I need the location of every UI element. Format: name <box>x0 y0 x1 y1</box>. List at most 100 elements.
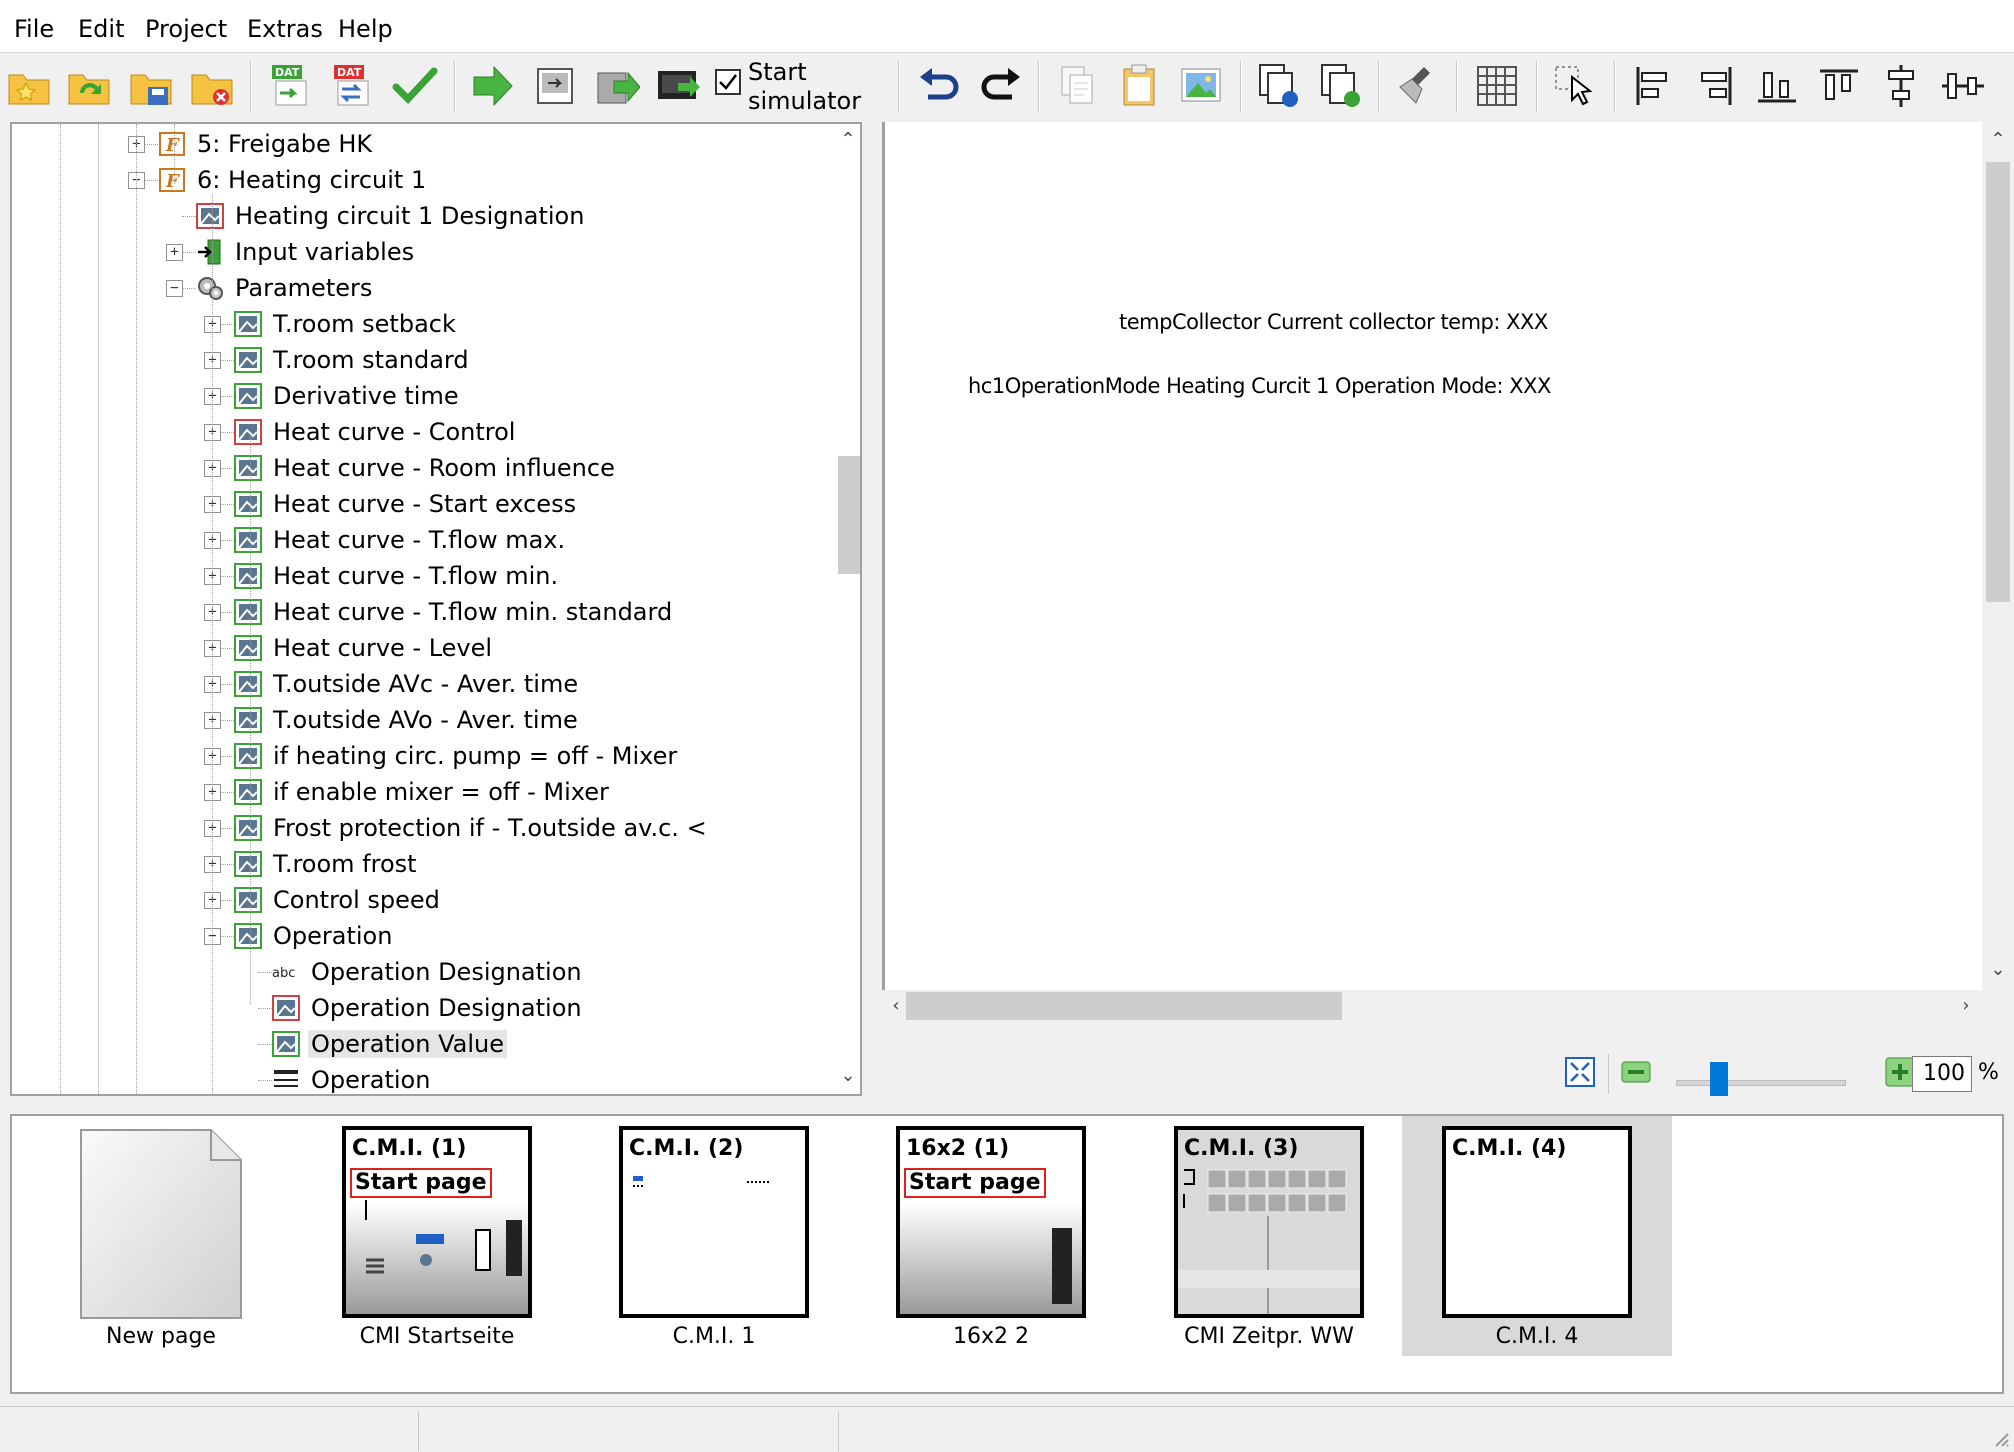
zoom-slider-thumb[interactable] <box>1710 1062 1728 1096</box>
tree-item[interactable]: Heat curve - T.flow min. <box>234 558 561 594</box>
align-center-vertical-icon[interactable] <box>1878 63 1924 109</box>
tree-item[interactable]: Heat curve - Room influence <box>234 450 618 486</box>
tree-item[interactable]: Heat curve - T.flow max. <box>234 522 568 558</box>
menu-project[interactable]: Project <box>141 0 231 52</box>
tree-vertical-scrollbar[interactable]: ⌃ ⌄ <box>834 124 860 1094</box>
tree-item[interactable]: abc Operation Designation <box>272 954 585 990</box>
tree-item[interactable]: Heating circuit 1 Designation <box>196 198 587 234</box>
paste-icon[interactable] <box>1116 63 1162 109</box>
page-tile[interactable]: C.M.I. (1) Start page CMI Startseite <box>302 1116 572 1356</box>
page-tile[interactable]: C.M.I. (2) C.M.I. 1 <box>579 1116 849 1356</box>
tree-item[interactable]: T.outside AVc - Aver. time <box>234 666 581 702</box>
value-icon <box>234 383 262 409</box>
close-project-icon[interactable] <box>189 63 235 109</box>
tree-item[interactable]: Heat curve - Start excess <box>234 486 579 522</box>
start-simulator-checkbox[interactable] <box>715 69 741 95</box>
insert-image-icon[interactable] <box>1178 63 1224 109</box>
page-tile[interactable]: New page <box>26 1116 296 1356</box>
grid-icon[interactable] <box>1474 63 1520 109</box>
paste-page-icon[interactable] <box>1318 63 1364 109</box>
menu-edit[interactable]: Edit <box>74 0 128 52</box>
scroll-up-icon[interactable]: ⌃ <box>834 126 860 154</box>
tree-item[interactable]: Operation <box>272 1062 433 1094</box>
dat-export-icon[interactable]: DAT <box>268 63 314 109</box>
tree-item[interactable]: if enable mixer = off - Mixer <box>234 774 612 810</box>
canvas-vscroll-thumb[interactable] <box>1986 162 2010 602</box>
canvas-text-collector-temp[interactable]: tempCollector Current collector temp: XX… <box>1119 310 1548 334</box>
save-project-icon[interactable] <box>128 63 174 109</box>
align-center-horizontal-icon[interactable] <box>1940 63 1986 109</box>
tree-item[interactable]: Operation <box>234 918 395 954</box>
align-bottom-icon[interactable] <box>1754 63 1800 109</box>
tree-item[interactable]: T.outside AVo - Aver. time <box>234 702 581 738</box>
tree-item[interactable]: Heat curve - Level <box>234 630 495 666</box>
project-tree[interactable]: + F 5: Freigabe HK − F 6: Heating circuit 1 He… <box>10 122 862 1096</box>
status-bar <box>0 1406 2014 1452</box>
tree-item[interactable]: F 6: Heating circuit 1 <box>158 162 429 198</box>
resize-grip-icon[interactable] <box>1992 1430 2010 1448</box>
menu-extras[interactable]: Extras <box>243 0 327 52</box>
tree-connector <box>220 792 234 793</box>
canvas-scroll-right-icon[interactable]: › <box>1952 992 1980 1020</box>
tree-item[interactable]: Derivative time <box>234 378 462 414</box>
align-top-icon[interactable] <box>1816 63 1862 109</box>
start-page-badge: Start page <box>904 1168 1046 1198</box>
align-left-icon[interactable] <box>1630 63 1676 109</box>
page-tile[interactable]: C.M.I. (3) CMI Zeitpr. WW <box>1134 1116 1404 1356</box>
page-tile-label: CMI Startseite <box>359 1324 515 1349</box>
tree-item[interactable]: Frost protection if - T.outside av.c. < <box>234 810 710 846</box>
tree-item[interactable]: Control speed <box>234 882 443 918</box>
tree-item[interactable]: T.room frost <box>234 846 420 882</box>
zoom-slider-track[interactable] <box>1676 1080 1846 1086</box>
tree-item[interactable]: Operation Value <box>272 1026 507 1062</box>
start-simulator-label[interactable]: Start simulator <box>748 58 861 116</box>
select-pointer-icon[interactable] <box>1552 63 1598 109</box>
tree-item[interactable]: T.room standard <box>234 342 472 378</box>
canvas-horizontal-scrollbar[interactable]: ‹ › <box>882 990 1982 1022</box>
tree-item-label: Derivative time <box>273 382 459 410</box>
collapse-icon[interactable]: − <box>166 280 183 297</box>
zoom-fit-icon[interactable] <box>1564 1056 1596 1088</box>
expand-icon[interactable]: + <box>166 244 183 261</box>
menu-file[interactable]: File <box>10 0 58 52</box>
menu-help[interactable]: Help <box>334 0 397 52</box>
canvas-vertical-scrollbar[interactable]: ⌃ ⌄ <box>1982 122 2014 992</box>
tree-item[interactable]: if heating circ. pump = off - Mixer <box>234 738 680 774</box>
tree-item[interactable]: F 5: Freigabe HK <box>158 126 375 162</box>
canvas-scroll-up-icon[interactable]: ⌃ <box>1984 126 2012 154</box>
value-icon <box>234 779 262 805</box>
align-right-icon[interactable] <box>1692 63 1738 109</box>
zoom-out-icon[interactable] <box>1620 1056 1652 1088</box>
copy-to-device-icon[interactable] <box>594 63 640 109</box>
tree-scroll-thumb[interactable] <box>838 456 860 574</box>
canvas-hscroll-thumb[interactable] <box>906 992 1342 1020</box>
tree-item[interactable]: Parameters <box>196 270 375 306</box>
run-arrow-icon[interactable] <box>470 63 516 109</box>
page-tile[interactable]: C.M.I. (4) C.M.I. 4 <box>1402 1116 1672 1356</box>
copy-icon[interactable] <box>1054 63 1100 109</box>
dat-transfer-icon[interactable]: DAT <box>330 63 376 109</box>
copy-page-icon[interactable] <box>1256 63 1302 109</box>
tree-item[interactable]: Input variables <box>196 234 417 270</box>
zoom-value-input[interactable]: 100 <box>1912 1056 1972 1092</box>
undo-icon[interactable] <box>916 63 962 109</box>
tree-item[interactable]: Heat curve - Control <box>234 414 518 450</box>
tree-item[interactable]: T.room setback <box>234 306 459 342</box>
check-icon[interactable] <box>392 63 438 109</box>
tree-item[interactable]: Operation Designation <box>272 990 585 1026</box>
open-project-icon[interactable] <box>66 63 112 109</box>
canvas-scroll-down-icon[interactable]: ⌄ <box>1984 956 2012 984</box>
device-monitor-icon[interactable] <box>656 63 702 109</box>
tree-connector <box>220 360 234 361</box>
brush-icon[interactable] <box>1394 63 1440 109</box>
new-project-icon[interactable] <box>6 63 52 109</box>
download-page-icon[interactable] <box>532 63 578 109</box>
canvas-text-operation-mode[interactable]: hc1OperationMode Heating Curcit 1 Operat… <box>968 374 1551 398</box>
scroll-down-icon[interactable]: ⌄ <box>834 1062 860 1090</box>
design-canvas[interactable]: tempCollector Current collector temp: XX… <box>882 122 1982 1022</box>
page-thumbnail-title: 16x2 (1) <box>906 1136 1010 1161</box>
tree-item[interactable]: Heat curve - T.flow min. standard <box>234 594 675 630</box>
page-tile[interactable]: 16x2 (1) Start page 16x2 2 <box>856 1116 1126 1356</box>
value-icon <box>234 599 262 625</box>
redo-icon[interactable] <box>978 63 1024 109</box>
